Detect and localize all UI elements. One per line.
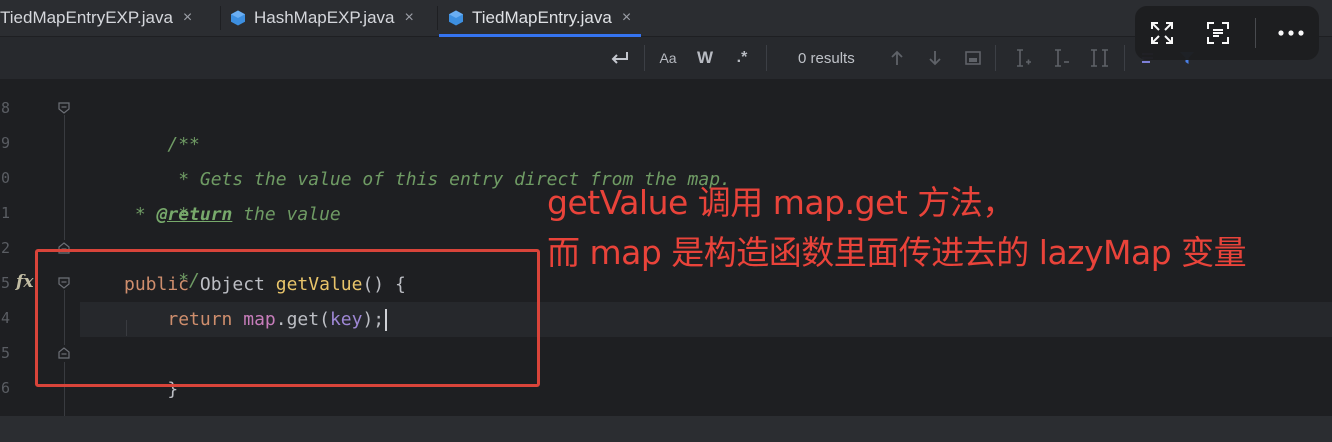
tab-label: TiedMapEntryEXP.java	[0, 8, 173, 27]
tab-divider	[437, 6, 438, 30]
more-icon[interactable]	[1277, 19, 1305, 47]
tab-label: TiedMapEntry.java	[472, 8, 612, 27]
results-count: 0 results	[798, 49, 855, 67]
tab-label: HashMapEXP.java	[254, 8, 395, 27]
add-occurrence-icon[interactable]	[1012, 47, 1034, 69]
next-occurrence-icon[interactable]	[924, 47, 946, 69]
tab-tiedmapentry[interactable]: TiedMapEntry.java ×	[439, 0, 642, 37]
editor-tab-bar: TiedMapEntryEXP.java × HashMapEXP.java ×…	[0, 0, 1332, 37]
regex-button[interactable]: .*	[728, 47, 756, 69]
line-number: 9	[0, 134, 10, 152]
code-line: *	[124, 162, 189, 225]
find-toolbar: Aa W .* 0 results	[0, 37, 1332, 80]
toolbar-divider	[1124, 45, 1125, 71]
tab-tiedmapentryexp[interactable]: TiedMapEntryEXP.java ×	[0, 0, 192, 36]
javadoc-comment: *	[124, 204, 157, 225]
annotation-text: getValue 调用 map.get 方法，	[547, 183, 1015, 222]
toolbar-divider	[766, 45, 767, 71]
tab-hashmapexp[interactable]: HashMapEXP.java ×	[230, 0, 414, 36]
annotation-text: 而 map 是构造函数里面传进去的 lazyMap 变量	[547, 233, 1247, 272]
line-number: 0	[0, 169, 10, 187]
java-class-icon	[230, 10, 246, 26]
javadoc-comment: the value	[232, 204, 341, 225]
scan-text-icon[interactable]	[1204, 19, 1232, 47]
close-icon[interactable]: ×	[183, 9, 192, 27]
highlight-box	[35, 249, 540, 387]
line-number: 4	[0, 309, 10, 327]
javadoc-tag: @return	[156, 204, 233, 225]
fold-guide-line	[64, 115, 65, 240]
line-number: 1	[0, 204, 10, 222]
expand-icon[interactable]	[1148, 19, 1176, 47]
select-all-occurrences-icon[interactable]	[962, 47, 984, 69]
viewer-control-panel	[1135, 6, 1319, 60]
enter-icon[interactable]	[606, 47, 634, 69]
toolbar-divider	[644, 45, 645, 71]
tab-divider	[220, 6, 221, 30]
close-icon[interactable]: ×	[405, 9, 414, 27]
java-class-icon	[448, 10, 464, 26]
line-number: 6	[0, 379, 10, 397]
whole-word-button[interactable]: W	[691, 47, 719, 69]
select-all-carets-icon[interactable]	[1088, 47, 1112, 69]
remove-occurrence-icon[interactable]	[1050, 47, 1072, 69]
override-method-icon[interactable]: fx	[16, 272, 33, 292]
previous-occurrence-icon[interactable]	[886, 47, 908, 69]
close-icon[interactable]: ×	[622, 9, 631, 27]
line-number: 5	[0, 344, 10, 362]
line-number: 2	[0, 239, 10, 257]
line-number: 8	[0, 99, 10, 117]
panel-divider	[1255, 18, 1256, 48]
toolbar-divider	[995, 45, 996, 71]
code-line: * Gets the value of this entry direct fr…	[124, 127, 731, 190]
line-number: 5	[0, 274, 10, 292]
fold-start-icon[interactable]	[58, 102, 70, 114]
code-line: * @return the value	[124, 197, 341, 232]
code-line: /**	[124, 92, 200, 155]
match-case-button[interactable]: Aa	[654, 47, 682, 69]
